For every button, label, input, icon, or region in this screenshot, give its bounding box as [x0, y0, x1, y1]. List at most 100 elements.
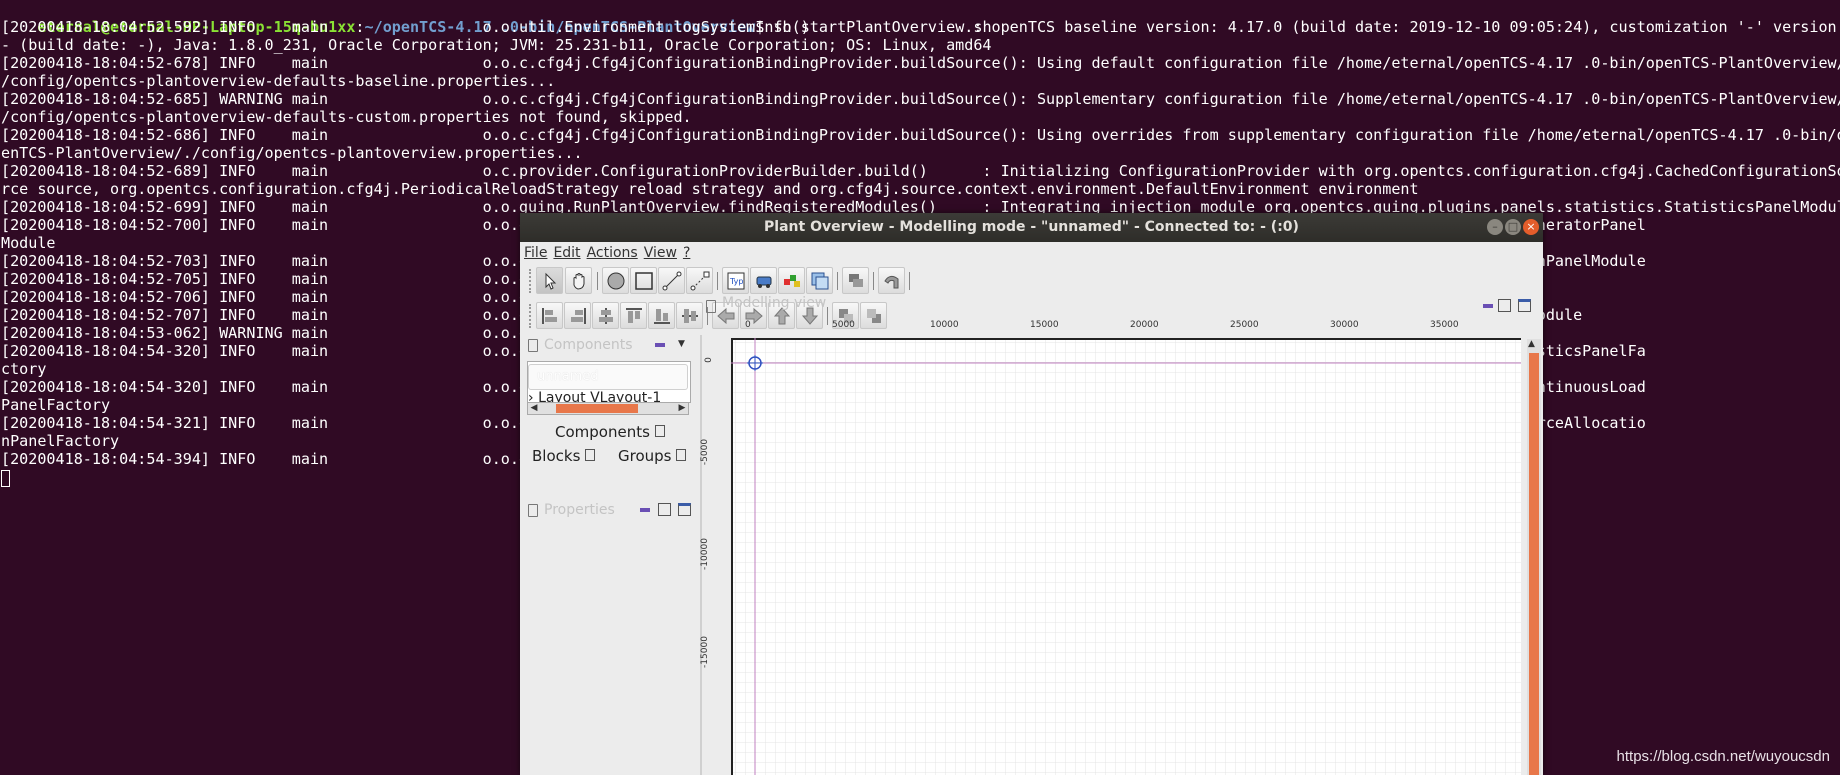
ruler-label: 10000: [930, 320, 959, 330]
components-tree[interactable]: unnamed › Layout VLayout-1: [527, 361, 691, 403]
menu-edit[interactable]: Edit: [549, 243, 582, 261]
select-tool-button[interactable]: [536, 267, 563, 294]
terminal-output-line: PanelFactory: [1, 396, 111, 414]
align-horizontal-button[interactable]: [592, 302, 619, 329]
route-button[interactable]: [878, 267, 905, 294]
align-vertical-button[interactable]: [676, 302, 703, 329]
toolbar-grip-2[interactable]: [529, 304, 533, 328]
terminal-output-line: [20200418-18:04:52-689] INFO main o.c.pr…: [1, 162, 1840, 180]
terminal-prompt-line: eternal@eternal-HP-Laptop-15q-bu1xx:~/op…: [1, 0, 991, 36]
path-tool-button[interactable]: [658, 267, 685, 294]
menu-view[interactable]: View: [640, 243, 679, 261]
document-icon: [706, 300, 716, 313]
location-type-button[interactable]: Typ: [722, 267, 749, 294]
ruler-label: 25000: [1230, 320, 1259, 330]
align-east-button[interactable]: [564, 302, 591, 329]
document-icon: [676, 449, 687, 461]
stack-icon: [849, 274, 863, 287]
maximize-panel-icon[interactable]: [678, 503, 691, 516]
document-icon: [654, 425, 665, 437]
scroll-left-icon[interactable]: ◀: [528, 403, 540, 414]
terminal-output-line: [20200418-18:04:52-685] WARNING main o.o…: [1, 90, 1840, 108]
maximize-button[interactable]: □: [1505, 219, 1521, 235]
drawing-toolbar: Typ: [520, 264, 1543, 296]
ruler-label: -10000: [699, 538, 710, 570]
blocks-icon: [784, 275, 800, 287]
terminal-cursor: [1, 470, 10, 487]
drag-tool-button[interactable]: [565, 267, 592, 294]
pointer-icon: [545, 272, 557, 290]
terminal-output-line: [20200418-18:04:52-592] INFO main o.o.ut…: [1, 18, 1837, 36]
properties-panel-title: Properties: [544, 502, 615, 518]
location-type-icon: Typ: [727, 272, 745, 290]
route-icon: [884, 275, 899, 289]
tab-components[interactable]: Components: [555, 423, 665, 441]
tree-root-item[interactable]: unnamed: [528, 364, 688, 390]
align-bottom-icon: [654, 309, 670, 324]
toolbar-grip[interactable]: [529, 269, 533, 293]
undock-icon[interactable]: [658, 503, 671, 516]
minimize-view-icon[interactable]: [1483, 304, 1493, 308]
align-top-icon: [626, 308, 642, 323]
vehicle-button[interactable]: [750, 267, 777, 294]
point-tool-button[interactable]: [602, 267, 629, 294]
ruler-label: 15000: [1030, 320, 1059, 330]
vertical-ruler: 0 -5000 -10000 -15000: [699, 351, 724, 775]
grid-canvas: [731, 338, 1521, 775]
align-north-button[interactable]: [620, 302, 647, 329]
components-panel-header: Components ▼: [520, 335, 700, 355]
tab-blocks[interactable]: Blocks: [532, 447, 596, 465]
chevron-down-icon[interactable]: ▼: [678, 339, 685, 349]
menu-file[interactable]: File: [520, 243, 549, 261]
group-button[interactable]: [806, 267, 833, 294]
window-controls: – □ ×: [1485, 219, 1539, 238]
terminal-output-line: enTCS-PlantOverview/./config/opentcs-pla…: [1, 144, 583, 162]
canvas-vscrollbar[interactable]: ▲: [1527, 339, 1541, 775]
menu-help[interactable]: ?: [679, 243, 692, 261]
ruler-label: -5000: [700, 438, 711, 466]
terminal-output-line: Module: [1, 234, 56, 252]
align-south-button[interactable]: [648, 302, 675, 329]
horizontal-ruler: 0 5000 10000 15000 20000 25000 30000 350…: [745, 320, 1515, 334]
scroll-up-icon[interactable]: ▲: [1528, 339, 1535, 349]
align-middle-icon: [682, 309, 698, 323]
menu-bar: File Edit Actions View?: [520, 242, 1543, 264]
drawing-canvas[interactable]: [731, 338, 1521, 775]
window-title: Plant Overview - Modelling mode - "unnam…: [764, 219, 1299, 235]
link-tool-button[interactable]: [686, 267, 713, 294]
minimize-panel-icon[interactable]: [655, 343, 665, 347]
terminal-output-line: [20200418-18:04:54-394] INFO main o.o.g: [1, 450, 529, 468]
block-button[interactable]: [778, 267, 805, 294]
terminal-output-line: rce source, org.opentcs.configuration.cf…: [1, 180, 1419, 198]
ruler-label: 35000: [1430, 320, 1459, 330]
window-titlebar[interactable]: Plant Overview - Modelling mode - "unnam…: [520, 213, 1543, 242]
components-hscrollbar[interactable]: ◀ ▶: [527, 402, 689, 415]
location-tool-button[interactable]: [630, 267, 657, 294]
location-icon: [635, 272, 653, 290]
tree-root-label: unnamed: [537, 369, 599, 384]
path-icon: [662, 271, 682, 291]
scroll-right-icon[interactable]: ▶: [676, 403, 688, 414]
menu-actions[interactable]: Actions: [583, 243, 640, 261]
undock-view-icon[interactable]: [1498, 299, 1511, 312]
tab-groups[interactable]: Groups: [618, 447, 687, 465]
ruler-label: 20000: [1130, 320, 1159, 330]
scroll-thumb[interactable]: [556, 404, 638, 413]
link-icon: [690, 271, 710, 291]
terminal-output-line: nPanelFactory: [1, 432, 120, 450]
canvas-scroll-thumb[interactable]: [1529, 353, 1539, 775]
minimize-panel-icon[interactable]: [640, 508, 650, 512]
ruler-label: -15000: [699, 636, 710, 668]
minimize-button[interactable]: –: [1487, 219, 1503, 235]
align-west-button[interactable]: [536, 302, 563, 329]
maximize-view-icon[interactable]: [1518, 299, 1531, 312]
terminal-output-line: - (build date: -), Java: 1.8.0_231, Orac…: [1, 36, 992, 54]
plant-overview-window[interactable]: Plant Overview - Modelling mode - "unnam…: [520, 213, 1543, 775]
align-center-icon: [599, 308, 613, 324]
document-icon: [528, 339, 538, 352]
tab-blocks-label: Blocks: [532, 447, 581, 465]
ruler-label: 30000: [1330, 320, 1359, 330]
zoom-fit-button[interactable]: [842, 267, 869, 294]
close-button[interactable]: ×: [1523, 219, 1539, 235]
document-icon: [528, 504, 538, 517]
